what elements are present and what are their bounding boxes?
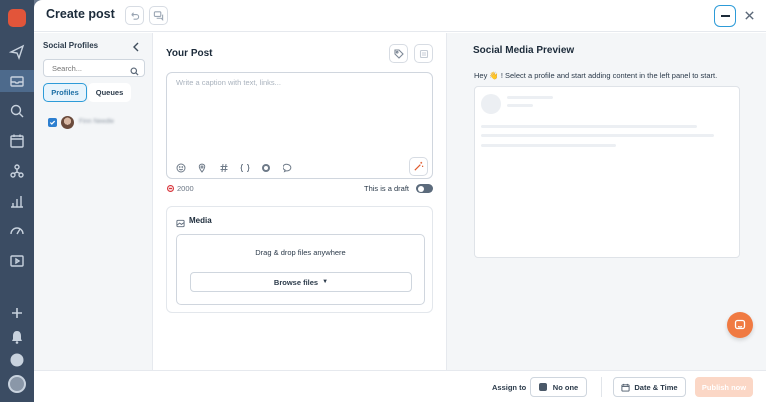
modal-header: Create post: [34, 0, 766, 32]
hashtag-icon[interactable]: [218, 162, 229, 173]
preview-title: Social Media Preview: [473, 45, 575, 56]
browse-files-button[interactable]: Browse files ▼: [190, 272, 412, 292]
skeleton-line: [481, 134, 714, 137]
caption-placeholder: Write a caption with text, links...: [176, 78, 281, 87]
bell-icon[interactable]: [8, 328, 26, 346]
search-icon: [130, 63, 140, 76]
assignee-select[interactable]: No one: [530, 377, 587, 397]
profile-tabs: Profiles Queues: [43, 83, 131, 102]
template-button[interactable]: [414, 44, 433, 63]
calendar-icon[interactable]: [8, 132, 26, 150]
footer-divider: [601, 377, 602, 397]
modal-footer: Assign to No one Date & Time Publish now: [34, 370, 766, 402]
ai-assist-button[interactable]: [409, 157, 428, 176]
speedometer-icon[interactable]: [8, 222, 26, 240]
app-logo[interactable]: [8, 9, 26, 27]
character-count: 2000: [177, 184, 194, 193]
dropzone-text: Drag & drop files anywhere: [255, 248, 346, 257]
caret-down-icon: ▼: [322, 279, 329, 285]
date-time-button[interactable]: Date & Time: [613, 377, 686, 397]
modal-title: Create post: [46, 7, 115, 21]
speech-bubble-icon[interactable]: [282, 162, 293, 173]
skeleton-line: [507, 96, 553, 99]
emoji-icon[interactable]: [175, 162, 186, 173]
tab-queues[interactable]: Queues: [88, 83, 131, 102]
search-analytics-icon[interactable]: [8, 102, 26, 120]
profile-item[interactable]: Finn Needle: [48, 116, 148, 130]
date-time-label: Date & Time: [634, 382, 678, 392]
plus-icon[interactable]: [8, 304, 26, 322]
create-post-modal: Create post Social Profiles Profiles Que…: [34, 0, 766, 402]
inbox-icon[interactable]: [8, 72, 26, 90]
social-profiles-title: Social Profiles: [43, 41, 99, 50]
assign-to-label: Assign to: [492, 383, 527, 392]
draft-label: This is a draft: [364, 184, 410, 193]
browse-files-label: Browse files: [273, 277, 319, 287]
character-counter: 2000: [167, 184, 194, 193]
counter-icon: [167, 185, 174, 192]
bar-chart-icon[interactable]: [8, 192, 26, 210]
skeleton-line: [481, 125, 697, 128]
undo-button[interactable]: [125, 6, 144, 25]
media-title: Media: [189, 216, 212, 225]
your-post-title: Your Post: [166, 48, 213, 59]
tab-profiles[interactable]: Profiles: [43, 83, 87, 102]
globe-icon[interactable]: [260, 162, 271, 173]
chat-support-button[interactable]: [727, 312, 753, 338]
collapse-panel-icon[interactable]: [131, 39, 143, 52]
media-section: Media Drag & drop files anywhere Browse …: [166, 206, 433, 313]
comments-button[interactable]: [149, 6, 168, 25]
tag-button[interactable]: [389, 44, 408, 63]
app-sidebar: [0, 0, 34, 402]
profile-checkbox[interactable]: [48, 118, 57, 127]
paper-plane-icon[interactable]: [8, 43, 26, 61]
social-profiles-panel: Social Profiles Profiles Queues Finn Nee…: [34, 33, 153, 370]
preview-subtitle: Hey 👋 ! Select a profile and start addin…: [474, 71, 718, 80]
image-icon: [176, 215, 186, 228]
chat-icon: [734, 319, 746, 330]
profile-name: Finn Needle: [79, 118, 115, 125]
help-icon[interactable]: [8, 351, 26, 369]
user-avatar[interactable]: [8, 375, 26, 393]
skeleton-avatar: [481, 94, 501, 114]
team-icon[interactable]: [8, 162, 26, 180]
location-icon[interactable]: [196, 162, 207, 173]
post-editor-panel: Your Post Write a caption with text, lin…: [154, 33, 446, 370]
close-button[interactable]: [742, 8, 756, 22]
assignee-swatch-icon: [538, 383, 547, 391]
caption-box[interactable]: Write a caption with text, links...: [166, 72, 433, 179]
publish-now-button[interactable]: Publish now: [695, 377, 753, 397]
profile-avatar: [61, 116, 74, 129]
skeleton-line: [481, 144, 616, 147]
minimize-button[interactable]: [714, 5, 736, 27]
calendar-small-icon: [621, 383, 630, 392]
draft-toggle[interactable]: [416, 184, 433, 193]
video-folder-icon[interactable]: [8, 252, 26, 270]
preview-panel: Social Media Preview Hey 👋 ! Select a pr…: [446, 33, 766, 370]
skeleton-line: [507, 104, 533, 107]
assignee-value: No one: [552, 382, 579, 392]
variables-icon[interactable]: [239, 162, 250, 173]
preview-card: [474, 86, 740, 258]
file-dropzone[interactable]: Drag & drop files anywhere Browse files …: [176, 234, 425, 305]
